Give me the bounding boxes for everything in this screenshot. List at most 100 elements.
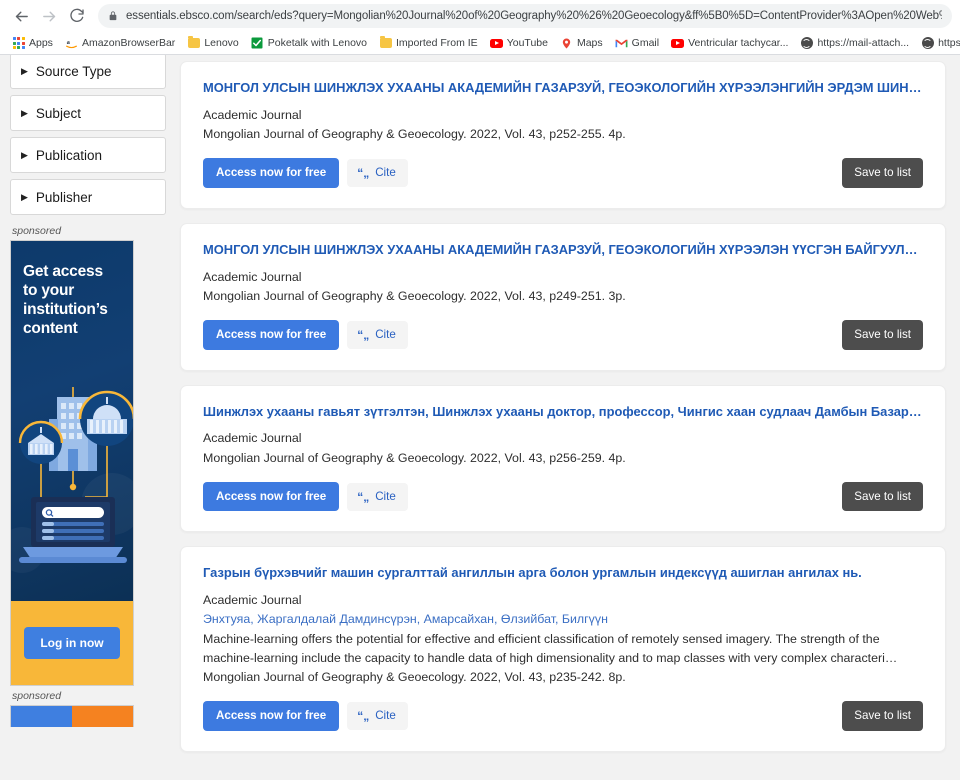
bookmark-amazonbrowserbar[interactable]: a AmazonBrowserBar [59, 35, 181, 52]
quote-icon: “„ [357, 166, 370, 180]
cite-button[interactable]: “„ Cite [347, 702, 408, 731]
page-content: ▶ Source Type ▶ Subject ▶ Publication ▶ … [0, 55, 960, 780]
bookmark-label: Lenovo [204, 36, 239, 49]
result-title[interactable]: МОНГОЛ УЛСЫН ШИНЖЛЭХ УХААНЫ АКАДЕМИЙН ГА… [203, 80, 923, 97]
search-results-list: МОНГОЛ УЛСЫН ШИНЖЛЭХ УХААНЫ АКАДЕМИЙН ГА… [176, 55, 960, 780]
access-now-button[interactable]: Access now for free [203, 701, 340, 731]
svg-text:a: a [67, 39, 71, 46]
sponsored-ad-banner[interactable]: Get access to your institution’s content [10, 240, 134, 686]
filter-label: Publication [35, 147, 102, 163]
result-authors[interactable]: Энхтуяа, Жаргалдалай Дамдинсүрэн, Амарса… [203, 610, 923, 629]
bookmark-ventricular-tachycardia[interactable]: Ventricular tachycar... [665, 35, 794, 52]
bookmark-label: YouTube [506, 36, 548, 49]
ad-artwork: Get access to your institution’s content [11, 241, 133, 601]
bookmark-youtube[interactable]: YouTube [484, 35, 554, 52]
cite-label: Cite [375, 328, 396, 341]
bookmark-label: Ventricular tachycar... [688, 36, 789, 49]
result-card[interactable]: МОНГОЛ УЛСЫН ШИНЖЛЭХ УХААНЫ АКАДЕМИЙН ГА… [180, 222, 946, 371]
apps-grid-icon [12, 37, 25, 50]
result-source-type: Academic Journal [203, 593, 302, 608]
result-citation: Mongolian Journal of Geography & Geoecol… [203, 288, 626, 303]
url-text: essentials.ebsco.com/search/eds?query=Mo… [126, 10, 942, 22]
ad-cta-area: Log in now [11, 601, 133, 685]
sponsored-ad-banner-2[interactable] [10, 705, 134, 727]
bookmarks-bar: Apps a AmazonBrowserBar Lenovo Poketalk … [0, 32, 960, 54]
result-abstract: Machine-learning offers the potential fo… [203, 631, 898, 665]
bookmark-mail-attach-2[interactable]: https://mail-atta [915, 35, 960, 52]
result-citation: Mongolian Journal of Geography & Geoecol… [203, 670, 626, 685]
cite-button[interactable]: “„ Cite [347, 320, 408, 349]
bookmark-lenovo[interactable]: Lenovo [181, 35, 244, 52]
access-now-button[interactable]: Access now for free [203, 481, 340, 512]
result-actions: Access now for free “„ Cite Save to list [203, 481, 923, 512]
result-citation: Mongolian Journal of Geography & Geoecol… [203, 126, 626, 141]
amazon-icon: a [65, 37, 78, 50]
sponsored-label-top: sponsored [10, 221, 166, 240]
bookmark-label: Gmail [631, 36, 660, 49]
cite-label: Cite [375, 166, 396, 180]
chevron-right-icon: ▶ [21, 191, 28, 202]
folder-icon [379, 36, 392, 50]
bookmark-apps[interactable]: Apps [6, 35, 59, 52]
quote-icon: “„ [357, 489, 370, 504]
youtube-icon [489, 37, 503, 50]
filter-label: Publisher [35, 189, 93, 205]
bookmark-label: AmazonBrowserBar [81, 36, 176, 49]
filter-source-type[interactable]: ▶ Source Type [10, 55, 166, 89]
bookmark-label: https://mail-attach... [817, 36, 910, 49]
result-card[interactable]: Шинжлэх ухааны гавьят зүтгэлтэн, Шинжлэх… [180, 384, 946, 533]
address-bar[interactable]: essentials.ebsco.com/search/eds?query=Mo… [98, 4, 952, 28]
result-card[interactable]: МОНГОЛ УЛСЫН ШИНЖЛЭХ УХААНЫ АКАДЕМИЙН ГА… [180, 61, 946, 209]
filter-label: Source Type [35, 63, 112, 79]
bookmark-label: Imported From IE [396, 36, 478, 49]
folder-icon [187, 36, 200, 50]
chevron-right-icon: ▶ [21, 107, 28, 118]
browser-nav-bar: essentials.ebsco.com/search/eds?query=Mo… [0, 0, 960, 32]
cite-label: Cite [375, 709, 396, 723]
cite-button[interactable]: “„ Cite [347, 482, 408, 511]
sponsored-label-bottom: sponsored [10, 686, 166, 705]
bookmark-mail-attach-1[interactable]: https://mail-attach... [794, 35, 915, 52]
save-to-list-button[interactable]: Save to list [842, 481, 923, 512]
bookmark-imported-from-ie[interactable]: Imported From IE [373, 35, 484, 52]
chevron-right-icon: ▶ [21, 149, 28, 160]
back-arrow-icon[interactable] [8, 3, 34, 29]
filter-publisher[interactable]: ▶ Publisher [10, 179, 166, 215]
bookmark-label: Maps [576, 36, 603, 49]
bookmark-label: https://mail-atta [938, 36, 960, 49]
forward-arrow-icon[interactable] [36, 3, 62, 29]
ad-illustration [18, 387, 133, 563]
access-now-button[interactable]: Access now for free [203, 158, 340, 188]
filters-sidebar: ▶ Source Type ▶ Subject ▶ Publication ▶ … [0, 55, 176, 780]
access-now-button[interactable]: Access now for free [203, 320, 340, 350]
ad-headline: Get access to your institution’s content [23, 263, 108, 337]
globe-icon [800, 37, 813, 50]
result-title[interactable]: МОНГОЛ УЛСЫН ШИНЖЛЭХ УХААНЫ АКАДЕМИЙН ГА… [203, 242, 923, 259]
filter-subject[interactable]: ▶ Subject [10, 95, 166, 131]
bookmark-poketalk-with-lenovo[interactable]: Poketalk with Lenovo [245, 35, 373, 52]
save-to-list-button[interactable]: Save to list [842, 701, 923, 731]
quote-icon: “„ [357, 327, 370, 342]
youtube-icon [671, 37, 685, 50]
reload-icon[interactable] [64, 3, 90, 29]
result-actions: Access now for free “„ Cite Save to list [203, 320, 923, 350]
cite-button[interactable]: “„ Cite [347, 159, 408, 187]
cite-label: Cite [375, 489, 396, 503]
ad-login-button[interactable]: Log in now [24, 627, 120, 659]
save-to-list-button[interactable]: Save to list [842, 158, 923, 188]
filter-label: Subject [35, 105, 81, 121]
result-title[interactable]: Шинжлэх ухааны гавьят зүтгэлтэн, Шинжлэх… [203, 404, 923, 421]
bookmark-label: Poketalk with Lenovo [267, 36, 367, 49]
result-citation: Mongolian Journal of Geography & Geoecol… [203, 450, 626, 465]
quote-icon: “„ [357, 709, 370, 724]
bookmark-label: Apps [29, 36, 53, 49]
bookmark-maps[interactable]: Maps [554, 35, 609, 52]
filter-publication[interactable]: ▶ Publication [10, 137, 166, 173]
result-card[interactable]: Газрын бүрхэвчийг машин сургалттай ангил… [180, 546, 946, 752]
ad2-left-block [11, 706, 72, 727]
lock-icon [108, 10, 118, 22]
bookmark-gmail[interactable]: Gmail [609, 35, 665, 52]
result-title[interactable]: Газрын бүрхэвчийг машин сургалттай ангил… [203, 565, 923, 582]
save-to-list-button[interactable]: Save to list [842, 320, 923, 350]
poketalk-check-icon [251, 37, 264, 50]
